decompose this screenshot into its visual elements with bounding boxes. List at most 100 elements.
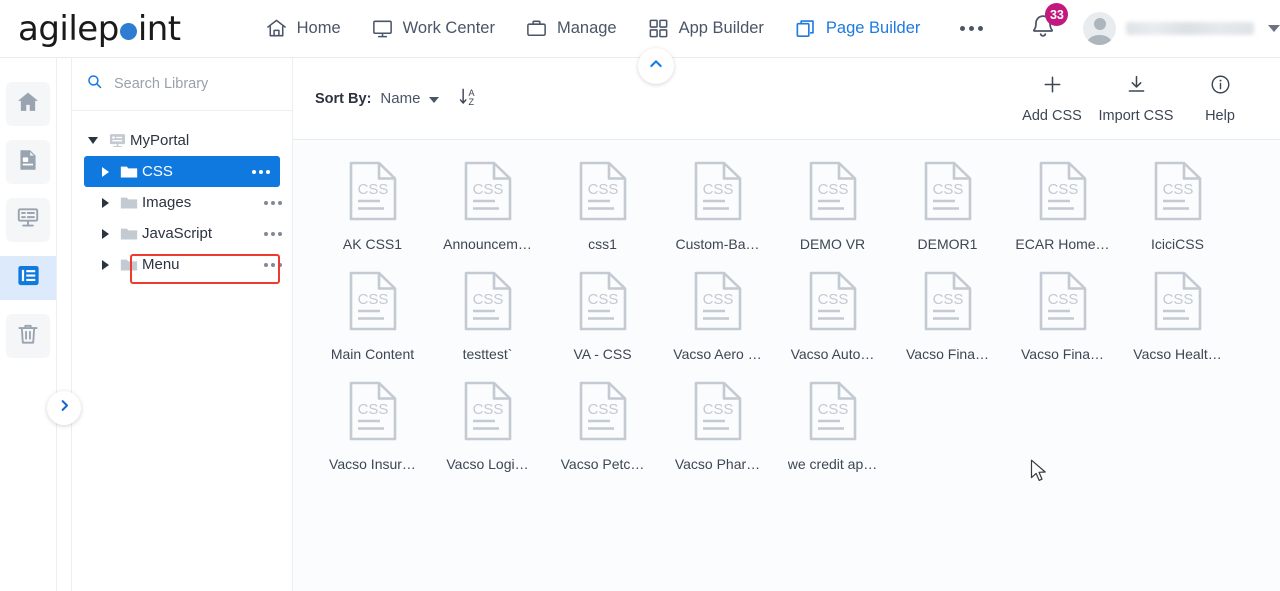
- file-card[interactable]: CSS Vacso Healt…: [1120, 270, 1235, 380]
- file-card[interactable]: CSS we credit ap…: [775, 380, 890, 490]
- css-file-icon: CSS: [922, 270, 974, 337]
- help-button[interactable]: Help: [1178, 73, 1262, 124]
- svg-text:CSS: CSS: [587, 401, 618, 418]
- rail-item-recycle-bin[interactable]: [6, 314, 50, 358]
- file-card[interactable]: CSS Vacso Fina…: [1005, 270, 1120, 380]
- rail-item-pages[interactable]: [6, 140, 50, 184]
- folder-icon: [116, 224, 142, 244]
- tree-item-javascript[interactable]: JavaScript: [72, 218, 292, 249]
- css-file-icon: CSS: [347, 160, 399, 227]
- file-card[interactable]: CSS IciciCSS: [1120, 160, 1235, 270]
- rail-item-home[interactable]: [6, 82, 50, 126]
- chevron-down-icon: [1268, 25, 1280, 32]
- caret-right-icon[interactable]: [94, 228, 116, 239]
- file-card[interactable]: CSS Main Content: [315, 270, 430, 380]
- sort-by-value[interactable]: Name: [380, 90, 420, 107]
- css-file-icon: CSS: [692, 380, 744, 447]
- tree-label-menu: Menu: [142, 256, 180, 273]
- svg-text:Z: Z: [469, 97, 475, 107]
- tree-menu-javascript-icon[interactable]: [262, 231, 284, 236]
- tree-item-myportal[interactable]: MyPortal: [72, 125, 292, 156]
- file-card[interactable]: CSS VA - CSS: [545, 270, 660, 380]
- notifications-button[interactable]: 33: [1029, 3, 1069, 45]
- folder-tree: MyPortal CSS Images JavaScript Menu: [72, 111, 292, 280]
- form-layout-icon: [15, 205, 41, 236]
- css-file-icon: CSS: [807, 270, 859, 337]
- left-icon-rail: [0, 58, 81, 591]
- tree-label-myportal: MyPortal: [130, 132, 190, 149]
- tree-item-menu[interactable]: Menu: [72, 249, 292, 280]
- file-card[interactable]: CSS css1: [545, 160, 660, 270]
- caret-down-icon[interactable]: [82, 137, 104, 144]
- nav-item-work-center[interactable]: Work Center: [371, 17, 495, 40]
- svg-text:CSS: CSS: [817, 291, 848, 308]
- rail-row-home: [0, 82, 56, 126]
- file-card[interactable]: CSS Custom-Ba…: [660, 160, 775, 270]
- file-card[interactable]: CSS DEMOR1: [890, 160, 1005, 270]
- logo-text-after: int: [137, 8, 181, 49]
- home-icon: [15, 89, 41, 120]
- tree-item-css[interactable]: CSS: [84, 156, 280, 187]
- file-card[interactable]: CSS Announcem…: [430, 160, 545, 270]
- svg-text:CSS: CSS: [472, 401, 503, 418]
- file-card[interactable]: CSS AK CSS1: [315, 160, 430, 270]
- file-card[interactable]: CSS Vacso Auto…: [775, 270, 890, 380]
- logo-text-before: agilep: [18, 8, 119, 49]
- file-card[interactable]: CSS Vacso Fina…: [890, 270, 1005, 380]
- nav-label-manage: Manage: [556, 19, 617, 37]
- search-library-row[interactable]: Search Library: [72, 58, 292, 111]
- file-card[interactable]: CSS testtest`: [430, 270, 545, 380]
- nav-more-options-icon[interactable]: [958, 20, 985, 37]
- grid-squares-icon: [647, 17, 670, 40]
- svg-text:CSS: CSS: [817, 401, 848, 418]
- agilepoint-logo[interactable]: agilep int: [18, 9, 181, 49]
- css-file-icon: CSS: [462, 160, 514, 227]
- bell-icon: [1029, 15, 1057, 44]
- tree-menu-menu-icon[interactable]: [262, 262, 284, 267]
- rail-item-forms[interactable]: [6, 198, 50, 242]
- file-card[interactable]: CSS Vacso Insur…: [315, 380, 430, 490]
- expand-panel-button[interactable]: [47, 391, 81, 425]
- file-card[interactable]: CSS Vacso Petc…: [545, 380, 660, 490]
- file-name-label: Vacso Phar…: [674, 456, 761, 472]
- file-card[interactable]: CSS Vacso Phar…: [660, 380, 775, 490]
- sort-a-z-icon[interactable]: A Z: [458, 85, 479, 113]
- chevron-right-icon: [57, 398, 72, 418]
- tree-item-images[interactable]: Images: [72, 187, 292, 218]
- library-list-icon: [15, 262, 42, 294]
- file-card[interactable]: CSS Vacso Logi…: [430, 380, 545, 490]
- css-file-icon: CSS: [577, 160, 629, 227]
- copy-pages-icon: [794, 17, 817, 40]
- nav-item-manage[interactable]: Manage: [525, 17, 617, 40]
- chevron-up-icon: [648, 56, 664, 77]
- file-card[interactable]: CSS DEMO VR: [775, 160, 890, 270]
- nav-item-app-builder[interactable]: App Builder: [647, 17, 764, 40]
- library-content-area: Sort By: Name A Z Add CSS Import CSS Hel…: [293, 58, 1280, 591]
- info-circle-icon: [1209, 73, 1232, 101]
- add-css-label: Add CSS: [1022, 108, 1082, 124]
- file-name-label: css1: [588, 236, 617, 252]
- search-icon: [86, 73, 103, 95]
- caret-right-icon[interactable]: [94, 166, 116, 177]
- tree-menu-images-icon[interactable]: [262, 200, 284, 205]
- add-css-button[interactable]: Add CSS: [1010, 73, 1094, 124]
- nav-item-home[interactable]: Home: [265, 17, 341, 40]
- sort-by-control[interactable]: Sort By: Name A Z: [315, 85, 479, 113]
- trash-icon: [15, 321, 41, 352]
- file-card[interactable]: CSS Vacso Aero …: [660, 270, 775, 380]
- tree-menu-css-icon[interactable]: [250, 169, 272, 174]
- import-css-button[interactable]: Import CSS: [1094, 73, 1178, 124]
- user-menu[interactable]: [1083, 12, 1280, 45]
- nav-item-page-builder[interactable]: Page Builder: [794, 17, 920, 40]
- css-file-icon: CSS: [347, 380, 399, 447]
- collapse-header-button[interactable]: [638, 48, 674, 84]
- css-file-icon: CSS: [807, 160, 859, 227]
- caret-right-icon[interactable]: [94, 197, 116, 208]
- caret-right-icon[interactable]: [94, 259, 116, 270]
- file-card[interactable]: CSS ECAR Home…: [1005, 160, 1120, 270]
- rail-item-library[interactable]: [6, 256, 50, 300]
- css-file-icon: CSS: [1152, 270, 1204, 337]
- search-input[interactable]: Search Library: [114, 76, 208, 92]
- chevron-down-icon[interactable]: [429, 97, 440, 103]
- file-name-label: Vacso Logi…: [446, 456, 529, 472]
